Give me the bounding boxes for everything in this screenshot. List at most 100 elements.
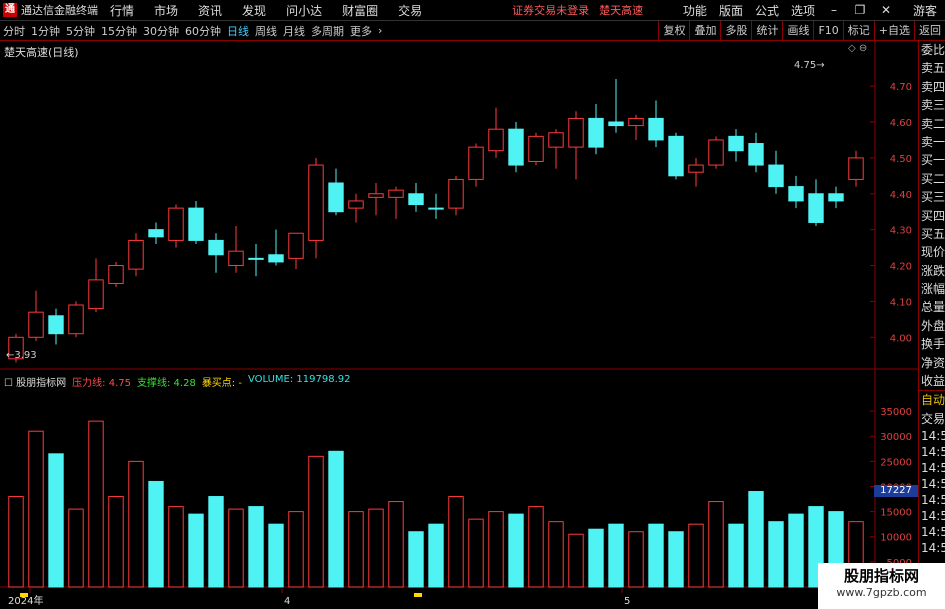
toolbar-button[interactable]: F10 <box>813 21 842 40</box>
candle-body <box>668 135 684 177</box>
time-tick-label: 5 <box>624 596 630 607</box>
toolbar-button[interactable]: 返回 <box>914 21 945 40</box>
trade-label[interactable]: 交易 <box>919 410 945 428</box>
period-item[interactable]: 分时 <box>0 23 28 39</box>
candle-body <box>148 229 164 238</box>
close-icon[interactable]: ✕ <box>879 3 893 17</box>
menu-formula[interactable]: 公式 <box>755 2 779 19</box>
sidebar-quote-label: 买四 <box>921 208 945 223</box>
volume-bar <box>348 511 364 588</box>
minimize-icon[interactable]: – <box>827 3 841 17</box>
price-tick-label: 4.30 <box>890 226 912 237</box>
period-item[interactable]: 更多 <box>347 23 375 39</box>
period-item[interactable]: 周线 <box>252 23 280 39</box>
toolbar-button[interactable]: 标记 <box>842 21 874 40</box>
candle-body <box>308 164 324 241</box>
app-logo-icon: 通 <box>3 3 17 17</box>
guest-label[interactable]: 游客 <box>913 2 937 19</box>
watermark-logo: 股朋指标网 www.7gpzb.com <box>818 563 945 609</box>
volume-bars <box>8 420 864 588</box>
volume-bar <box>548 521 564 588</box>
kline-chart[interactable]: 4.70 4.60 4.50 4.40 4.30 4.20 4.10 4.00 35000 30… <box>0 41 918 609</box>
menu-layout[interactable]: 版面 <box>719 2 743 19</box>
candle-body <box>388 189 404 198</box>
toolbar-button[interactable]: 叠加 <box>689 21 720 40</box>
volume-bar <box>68 508 84 588</box>
period-item-active[interactable]: 日线 <box>224 23 252 39</box>
restore-icon[interactable]: ❐ <box>853 3 867 17</box>
menu-options[interactable]: 选项 <box>791 2 815 19</box>
volume-bar <box>648 523 664 588</box>
candle-body <box>588 117 604 148</box>
volume-bar <box>328 450 344 588</box>
volume-bar <box>488 511 504 588</box>
candle-body <box>188 207 204 241</box>
candle-body <box>568 117 584 148</box>
period-item[interactable]: 多周期 <box>308 23 347 39</box>
app-title: 通达信金融终端 <box>21 4 98 17</box>
auto-label[interactable]: 自动 <box>919 391 945 409</box>
login-warning[interactable]: 证券交易未登录 <box>512 2 589 18</box>
menu-item[interactable]: 发现 <box>242 2 266 19</box>
volume-bar <box>148 480 164 588</box>
candle-body <box>208 239 224 256</box>
candle-body <box>508 128 524 166</box>
menu-item[interactable]: 问小达 <box>286 2 322 19</box>
toolbar-button[interactable]: +自选 <box>873 21 914 40</box>
menu-right: 功能 版面 公式 选项 – ❐ ✕ 游客 <box>683 0 945 20</box>
candle-body <box>648 117 664 141</box>
candle-body <box>428 207 444 210</box>
candle-body <box>348 200 364 209</box>
sidebar-quote-label: 涨跌 <box>921 263 945 278</box>
volume-bar <box>748 491 764 588</box>
menu-item[interactable]: 财富圈 <box>342 2 378 19</box>
chart-controls[interactable]: ◇ ⊖ <box>848 43 867 54</box>
period-item[interactable]: 30分钟 <box>140 23 182 39</box>
period-item[interactable]: 5分钟 <box>63 23 98 39</box>
toolbar-button[interactable]: 复权 <box>658 21 689 40</box>
toolbar-button[interactable]: 统计 <box>751 21 782 40</box>
period-item[interactable]: 月线 <box>280 23 308 39</box>
menu-item[interactable]: 交易 <box>398 2 422 19</box>
sidebar-quote-label: 买一 <box>921 153 945 168</box>
candle-body <box>628 117 644 127</box>
period-item[interactable]: 60分钟 <box>182 23 224 39</box>
price-tick-label: 4.50 <box>890 154 912 165</box>
volume-bar <box>28 430 44 588</box>
stock-link[interactable]: 楚天高速 <box>599 2 643 18</box>
candle-body <box>828 193 844 202</box>
buy-signal-marker <box>414 593 422 597</box>
toolbar-button[interactable]: 画线 <box>782 21 813 40</box>
sidebar-quote-label: 现价 <box>921 245 945 260</box>
menu-item[interactable]: 市场 <box>154 2 178 19</box>
period-item[interactable]: 1分钟 <box>28 23 63 39</box>
sidebar-time: 14:56 <box>921 541 945 556</box>
chevron-right-icon[interactable]: › <box>375 24 385 37</box>
candle-body <box>608 121 624 127</box>
volume-bar <box>448 496 464 588</box>
volume-bar <box>428 523 444 588</box>
candle-body <box>288 232 304 259</box>
sidebar-quote-label: 净资 <box>921 355 945 370</box>
period-item[interactable]: 15分钟 <box>98 23 140 39</box>
period-toolbar: 分时 1分钟 5分钟 15分钟 30分钟 60分钟 日线 周线 月线 多周期 更… <box>0 21 945 41</box>
candle-body <box>768 164 784 188</box>
menu-item[interactable]: 资讯 <box>198 2 222 19</box>
toolbar-button[interactable]: 多股 <box>720 21 751 40</box>
menu-bar: 通 通达信金融终端 行情 市场 资讯 发现 问小达 财富圈 交易 证券交易未登录… <box>0 0 945 21</box>
sidebar-quote-label: 卖二 <box>921 116 945 131</box>
candle-body <box>128 239 144 270</box>
menu-item[interactable]: 行情 <box>110 2 134 19</box>
sidebar-time: 14:56 <box>921 477 945 492</box>
sidebar-time: 14:56 <box>921 509 945 524</box>
indicator-name[interactable]: ☐ 股朋指标网 <box>4 374 66 389</box>
volume-bar <box>608 523 624 588</box>
menu-function[interactable]: 功能 <box>683 2 707 19</box>
volume-tick-label: 10000 <box>880 533 912 544</box>
candles <box>8 78 864 363</box>
chart-title: 楚天高速(日线) <box>4 46 79 59</box>
high-price-label: 4.75→ <box>794 60 825 71</box>
volume-bar <box>108 496 124 588</box>
volume-bar <box>788 513 804 588</box>
sidebar-quote-label: 收益 <box>921 374 945 389</box>
